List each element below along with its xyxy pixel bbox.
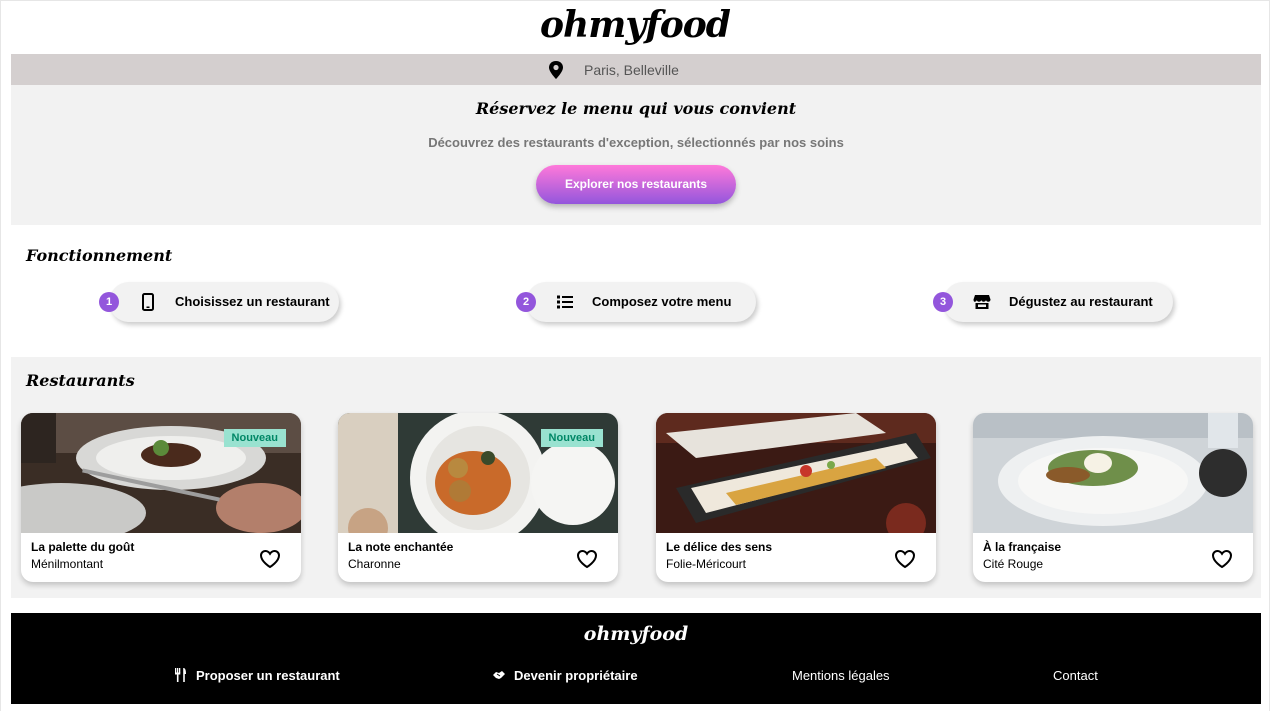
- hero-title: Réservez le menu qui vous convient: [475, 99, 797, 118]
- location-text: Paris, Belleville: [584, 62, 679, 78]
- new-badge: Nouveau: [540, 429, 603, 447]
- restaurant-area: Ménilmontant: [31, 557, 104, 571]
- restaurant-name: La palette du goût: [31, 540, 135, 554]
- location-bar: Paris, Belleville: [11, 54, 1261, 85]
- utensils-icon: [175, 668, 186, 682]
- step-label: Composez votre menu: [592, 294, 732, 309]
- site-logo[interactable]: ohmyfood: [1, 4, 1269, 46]
- steps-title: Fonctionnement: [26, 246, 173, 265]
- page: ohmyfood Paris, Belleville Réservez le m…: [0, 0, 1270, 711]
- step-number: 3: [933, 292, 953, 312]
- footer-link-label: Contact: [1053, 668, 1098, 683]
- heart-icon[interactable]: [259, 549, 281, 569]
- store-icon: [973, 295, 991, 309]
- restaurant-photo[interactable]: [656, 413, 936, 533]
- footer-link-propose-restaurant[interactable]: Proposer un restaurant: [174, 668, 340, 683]
- restaurant-area: Cité Rouge: [983, 557, 1044, 571]
- footer-link-legal-notice[interactable]: Mentions légales: [792, 668, 890, 683]
- restaurant-card[interactable]: Le délice des sens Folie-Méricourt: [656, 413, 936, 582]
- footer-link-label: Proposer un restaurant: [196, 668, 340, 683]
- restaurant-name: À la française: [983, 540, 1062, 554]
- footer-logo[interactable]: ohmyfood: [11, 623, 1261, 645]
- step-number: 2: [516, 292, 536, 312]
- footer-link-label: Mentions légales: [792, 668, 890, 683]
- restaurants-title: Restaurants: [26, 371, 135, 390]
- step-choose-restaurant: 1 Choisissez un restaurant: [99, 282, 344, 322]
- map-pin-icon: [549, 61, 563, 79]
- footer-link-contact[interactable]: Contact: [1053, 668, 1098, 683]
- restaurant-name: Le délice des sens: [666, 540, 773, 554]
- footer-link-become-owner[interactable]: Devenir propriétaire: [492, 668, 638, 683]
- explore-restaurants-button[interactable]: Explorer nos restaurants: [536, 165, 736, 204]
- step-number: 1: [99, 292, 119, 312]
- handshake-icon: [493, 671, 505, 679]
- heart-icon[interactable]: [894, 549, 916, 569]
- restaurants-section: Restaurants Nouveau La palette du goût M…: [11, 357, 1261, 598]
- restaurant-area: Folie-Méricourt: [666, 557, 747, 571]
- restaurant-name: La note enchantée: [348, 540, 454, 554]
- footer-link-label: Devenir propriétaire: [514, 668, 638, 683]
- mobile-phone-icon: [142, 293, 154, 311]
- step-label: Dégustez au restaurant: [1009, 294, 1153, 309]
- step-compose-menu: 2 Composez votre menu: [516, 282, 761, 322]
- restaurant-card[interactable]: Nouveau La note enchantée Charonne: [338, 413, 618, 582]
- step-taste-restaurant: 3 Dégustez au restaurant: [933, 282, 1178, 322]
- restaurant-area: Charonne: [348, 557, 401, 571]
- heart-icon[interactable]: [576, 549, 598, 569]
- hero-subtitle: Découvrez des restaurants d'exception, s…: [428, 135, 844, 150]
- restaurant-photo[interactable]: [973, 413, 1253, 533]
- list-icon: [557, 295, 573, 309]
- new-badge: Nouveau: [223, 429, 286, 447]
- restaurant-photo[interactable]: Nouveau: [338, 413, 618, 533]
- footer: ohmyfood Proposer un restaurant Devenir …: [11, 613, 1261, 704]
- restaurant-card[interactable]: Nouveau La palette du goût Ménilmontant: [21, 413, 301, 582]
- step-label: Choisissez un restaurant: [175, 294, 330, 309]
- hero-section: Réservez le menu qui vous convient Décou…: [11, 85, 1261, 225]
- heart-icon[interactable]: [1211, 549, 1233, 569]
- restaurant-photo[interactable]: Nouveau: [21, 413, 301, 533]
- restaurant-card[interactable]: À la française Cité Rouge: [973, 413, 1253, 582]
